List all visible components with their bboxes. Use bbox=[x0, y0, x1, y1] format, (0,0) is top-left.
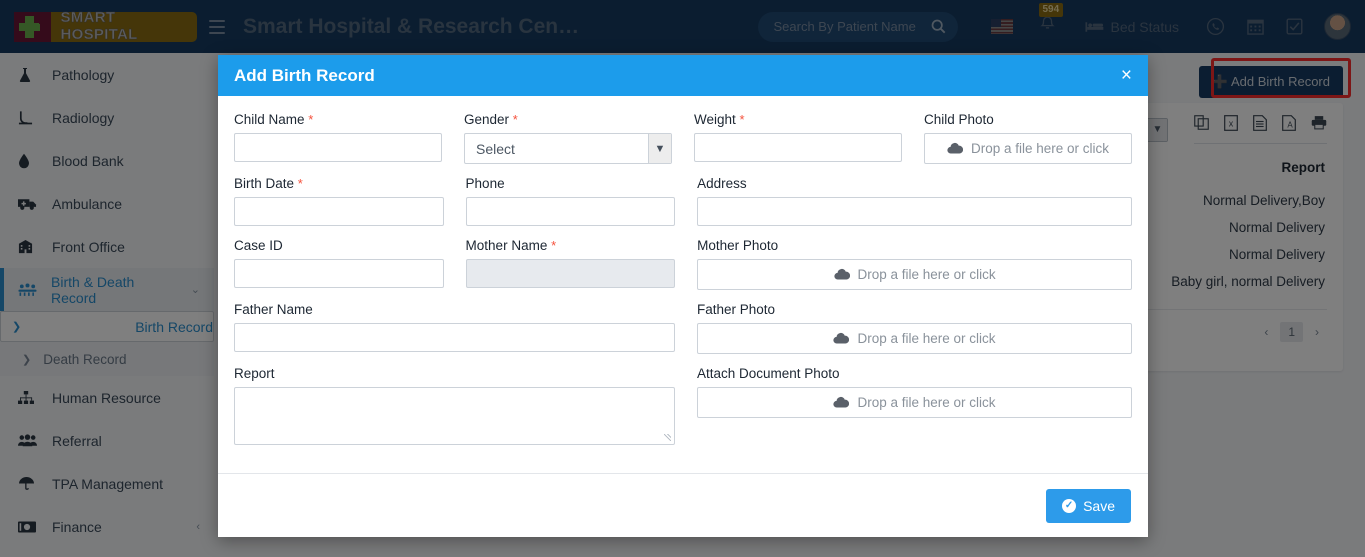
label-case-id: Case ID bbox=[234, 238, 444, 253]
child-photo-dropzone-label: Drop a file here or click bbox=[971, 141, 1109, 156]
gender-selected-value: Select bbox=[476, 141, 515, 157]
check-circle-icon: ✓ bbox=[1062, 499, 1076, 513]
field-father-photo: Father Photo Drop a file here or click bbox=[697, 302, 1132, 354]
report-textarea[interactable] bbox=[234, 387, 675, 445]
label-report: Report bbox=[234, 366, 675, 381]
form-row: Father Name Father Photo Drop a file her… bbox=[234, 302, 1132, 354]
required-marker: * bbox=[513, 112, 518, 127]
save-button-label: Save bbox=[1083, 498, 1115, 514]
gender-select[interactable]: Select ▼ bbox=[464, 133, 672, 164]
case-id-input[interactable] bbox=[234, 259, 444, 288]
label-birth-date: Birth Date * bbox=[234, 176, 444, 191]
label-child-photo: Child Photo bbox=[924, 112, 1132, 127]
modal-body: Child Name * Gender * Select ▼ Weight * bbox=[218, 96, 1148, 473]
field-weight: Weight * bbox=[694, 112, 902, 164]
birth-date-input[interactable] bbox=[234, 197, 444, 226]
father-photo-dropzone-label: Drop a file here or click bbox=[857, 331, 995, 346]
label-child-name: Child Name * bbox=[234, 112, 442, 127]
field-mother-name: Mother Name * bbox=[466, 238, 676, 290]
label-attach-document: Attach Document Photo bbox=[697, 366, 1132, 381]
form-row: Report Attach Document Photo Drop a file… bbox=[234, 366, 1132, 445]
phone-input[interactable] bbox=[466, 197, 676, 226]
form-row: Case ID Mother Name * Mother Photo Drop … bbox=[234, 238, 1132, 290]
save-button[interactable]: ✓ Save bbox=[1046, 489, 1131, 523]
attach-document-dropzone-label: Drop a file here or click bbox=[857, 395, 995, 410]
modal-footer: ✓ Save bbox=[218, 473, 1148, 537]
label-father-photo: Father Photo bbox=[697, 302, 1132, 317]
chevron-down-icon[interactable]: ▼ bbox=[648, 134, 671, 163]
child-name-input[interactable] bbox=[234, 133, 442, 162]
close-icon[interactable]: × bbox=[1121, 66, 1132, 85]
field-address: Address bbox=[697, 176, 1132, 226]
mother-photo-dropzone[interactable]: Drop a file here or click bbox=[697, 259, 1132, 290]
label-address: Address bbox=[697, 176, 1132, 191]
mother-name-input[interactable] bbox=[466, 259, 676, 288]
modal-title: Add Birth Record bbox=[234, 66, 375, 86]
form-row: Child Name * Gender * Select ▼ Weight * bbox=[234, 112, 1132, 164]
cloud-upload-icon bbox=[833, 331, 849, 347]
attach-document-dropzone[interactable]: Drop a file here or click bbox=[697, 387, 1132, 418]
label-mother-photo: Mother Photo bbox=[697, 238, 1132, 253]
child-photo-dropzone[interactable]: Drop a file here or click bbox=[924, 133, 1132, 164]
required-marker: * bbox=[740, 112, 745, 127]
add-birth-record-modal: Add Birth Record × Child Name * Gender *… bbox=[218, 55, 1148, 537]
label-phone: Phone bbox=[466, 176, 676, 191]
modal-header: Add Birth Record × bbox=[218, 55, 1148, 96]
cloud-upload-icon bbox=[834, 267, 850, 283]
field-birth-date: Birth Date * bbox=[234, 176, 444, 226]
father-name-input[interactable] bbox=[234, 323, 675, 352]
required-marker: * bbox=[308, 112, 313, 127]
label-mother-name: Mother Name * bbox=[466, 238, 676, 253]
weight-input[interactable] bbox=[694, 133, 902, 162]
field-child-photo: Child Photo Drop a file here or click bbox=[924, 112, 1132, 164]
field-father-name: Father Name bbox=[234, 302, 675, 354]
field-case-id: Case ID bbox=[234, 238, 444, 290]
required-marker: * bbox=[298, 176, 303, 191]
address-input[interactable] bbox=[697, 197, 1132, 226]
field-mother-photo: Mother Photo Drop a file here or click bbox=[697, 238, 1132, 290]
cloud-upload-icon bbox=[833, 395, 849, 411]
cloud-upload-icon bbox=[947, 141, 963, 157]
label-gender: Gender * bbox=[464, 112, 672, 127]
field-report: Report bbox=[234, 366, 675, 445]
label-father-name: Father Name bbox=[234, 302, 675, 317]
field-attach-document: Attach Document Photo Drop a file here o… bbox=[697, 366, 1132, 445]
label-weight: Weight * bbox=[694, 112, 902, 127]
mother-photo-dropzone-label: Drop a file here or click bbox=[858, 267, 996, 282]
field-child-name: Child Name * bbox=[234, 112, 442, 164]
father-photo-dropzone[interactable]: Drop a file here or click bbox=[697, 323, 1132, 354]
required-marker: * bbox=[551, 238, 556, 253]
field-phone: Phone bbox=[466, 176, 676, 226]
form-row: Birth Date * Phone Address bbox=[234, 176, 1132, 226]
field-gender: Gender * Select ▼ bbox=[464, 112, 672, 164]
